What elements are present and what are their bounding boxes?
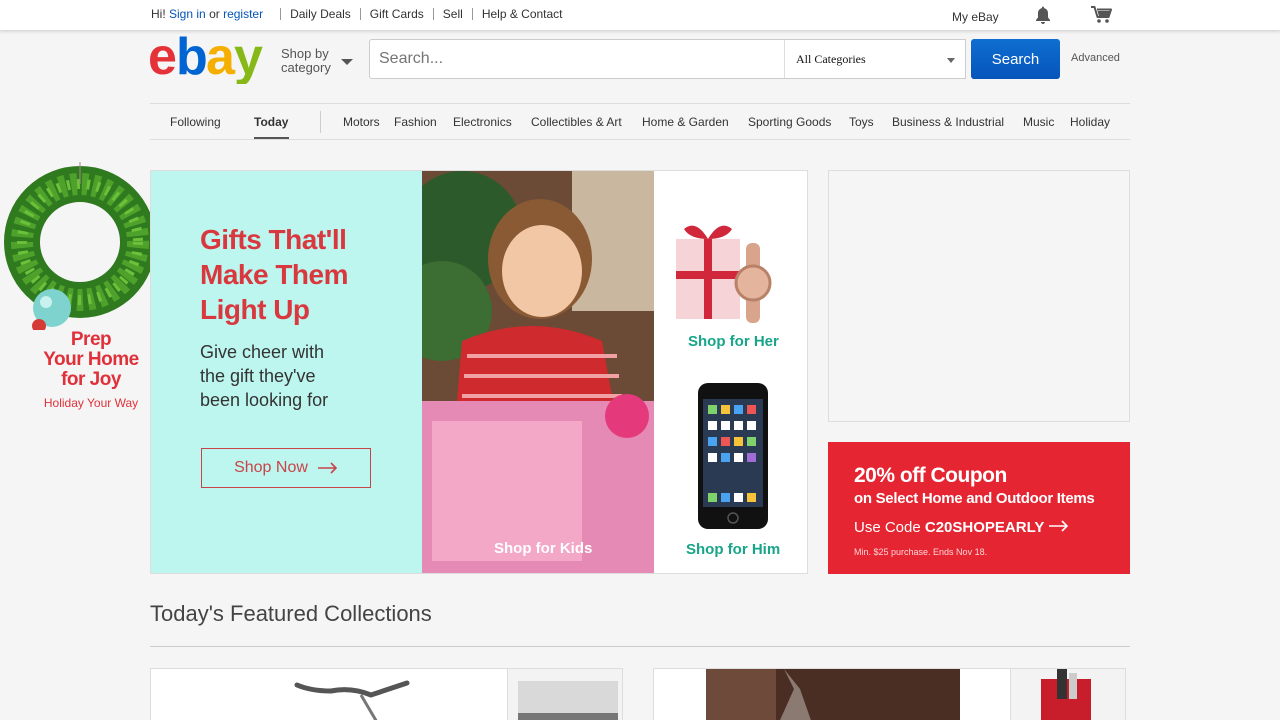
coupon-banner[interactable]: 20% off Coupon on Select Home and Outdoo… <box>828 442 1130 574</box>
nav-toys[interactable]: Toys <box>849 115 874 129</box>
or-text: or <box>209 7 220 21</box>
shop-for-kids-link[interactable]: Shop for Kids <box>494 540 592 557</box>
shop-by-line2: category <box>281 60 331 75</box>
shop-now-label: Shop Now <box>234 459 308 476</box>
ebay-logo[interactable]: e b a y <box>148 28 268 86</box>
my-ebay-link[interactable]: My eBay <box>952 10 999 24</box>
greeting-text: Hi! <box>151 7 166 21</box>
nav-business-industrial[interactable]: Business & Industrial <box>892 115 1004 129</box>
divider <box>280 8 282 20</box>
chevron-down-icon[interactable] <box>341 59 353 65</box>
register-link[interactable]: register <box>223 7 263 21</box>
nav-collectibles-art[interactable]: Collectibles & Art <box>531 115 622 129</box>
holiday-side-promo[interactable]: Prep Your Home for Joy Holiday Your Way <box>0 160 150 420</box>
top-left-links: Hi! Sign in or register Daily Deals Gift… <box>151 7 563 21</box>
collection-thumbnail <box>1010 669 1125 720</box>
nav-music[interactable]: Music <box>1023 115 1054 129</box>
coupon-code: C20SHOPEARLY <box>924 519 1045 536</box>
nav-divider <box>320 111 321 133</box>
shop-by-category-button[interactable]: Shop by category <box>281 47 331 75</box>
top-utility-bar: Hi! Sign in or register Daily Deals Gift… <box>0 0 1280 31</box>
nav-today[interactable]: Today <box>254 115 288 129</box>
sign-in-link[interactable]: Sign in <box>169 7 206 21</box>
category-selected-value: All Categories <box>796 52 866 66</box>
dropdown-caret-icon <box>947 58 955 63</box>
collection-card[interactable] <box>150 668 623 720</box>
nav-following[interactable]: Following <box>170 115 221 129</box>
active-tab-underline <box>254 137 289 139</box>
hero-sub-3: been looking for <box>200 390 329 410</box>
divider <box>432 8 434 20</box>
divider <box>471 8 473 20</box>
arrow-right-icon <box>317 462 338 474</box>
hero-sub-2: the gift they've <box>200 366 316 386</box>
shop-now-button[interactable]: Shop Now <box>201 448 371 488</box>
gift-watch-phone-image <box>676 225 772 529</box>
kid-photo-image <box>422 171 654 573</box>
advanced-search-link[interactable]: Advanced <box>1071 52 1120 64</box>
svg-text:b: b <box>176 34 206 84</box>
shop-for-him-link[interactable]: Shop for Him <box>686 541 780 558</box>
nav-holiday[interactable]: Holiday <box>1070 115 1110 129</box>
sell-link[interactable]: Sell <box>443 7 463 21</box>
collection-card[interactable] <box>653 668 1126 720</box>
collection-thumbnail <box>507 669 622 720</box>
category-select[interactable]: All Categories <box>784 40 965 78</box>
hero-headline-3: Light Up <box>200 294 310 325</box>
featured-collections-title: Today's Featured Collections <box>150 601 432 626</box>
section-divider <box>150 646 1130 647</box>
hero-text-panel: Gifts That'll Make Them Light Up Give ch… <box>151 171 422 573</box>
search-box: All Categories <box>369 39 966 79</box>
coupon-code-prefix: Use Code <box>854 519 921 536</box>
hero-headline-1: Gifts That'll <box>200 224 347 255</box>
hero-side-panel: Shop for Her Shop for Him <box>654 171 807 573</box>
svg-text:a: a <box>206 34 236 84</box>
collection-image <box>706 669 960 720</box>
collection-image <box>294 680 410 720</box>
bell-icon[interactable] <box>1035 6 1051 24</box>
arrow-right-icon <box>1048 520 1068 532</box>
nav-motors[interactable]: Motors <box>343 115 380 129</box>
coupon-code-line: Use Code C20SHOPEARLY <box>854 519 1069 536</box>
top-right-links: My eBay <box>952 6 1113 24</box>
gift-cards-link[interactable]: Gift Cards <box>370 7 424 21</box>
daily-deals-link[interactable]: Daily Deals <box>290 7 351 21</box>
hero-subtext: Give cheer with the gift they've been lo… <box>200 340 410 412</box>
divider <box>359 8 361 20</box>
nav-sporting-goods[interactable]: Sporting Goods <box>748 115 831 129</box>
ad-placeholder <box>828 170 1130 422</box>
svg-text:e: e <box>150 34 176 84</box>
nav-electronics[interactable]: Electronics <box>453 115 512 129</box>
hero-banner[interactable]: Gifts That'll Make Them Light Up Give ch… <box>150 170 808 574</box>
nav-fashion[interactable]: Fashion <box>394 115 437 129</box>
hero-sub-1: Give cheer with <box>200 342 325 362</box>
hero-headline-2: Make Them <box>200 259 349 290</box>
category-nav: Following Today Motors Fashion Electroni… <box>150 103 1130 140</box>
hero-headline: Gifts That'll Make Them Light Up <box>200 222 410 327</box>
svg-text:y: y <box>234 34 263 84</box>
kid-photo[interactable]: Shop for Kids <box>422 171 654 573</box>
coupon-fineprint: Min. $25 purchase. Ends Nov 18. <box>854 547 988 557</box>
shop-by-line1: Shop by <box>281 46 329 61</box>
help-contact-link[interactable]: Help & Contact <box>482 7 563 21</box>
coupon-subtitle: on Select Home and Outdoor Items <box>854 490 1095 507</box>
nav-home-garden[interactable]: Home & Garden <box>642 115 729 129</box>
search-button[interactable]: Search <box>971 39 1060 79</box>
search-input[interactable] <box>370 40 784 78</box>
shop-for-her-link[interactable]: Shop for Her <box>688 333 779 350</box>
wreath-image <box>4 162 150 330</box>
coupon-title: 20% off Coupon <box>854 464 1007 487</box>
cart-icon[interactable] <box>1090 6 1113 24</box>
